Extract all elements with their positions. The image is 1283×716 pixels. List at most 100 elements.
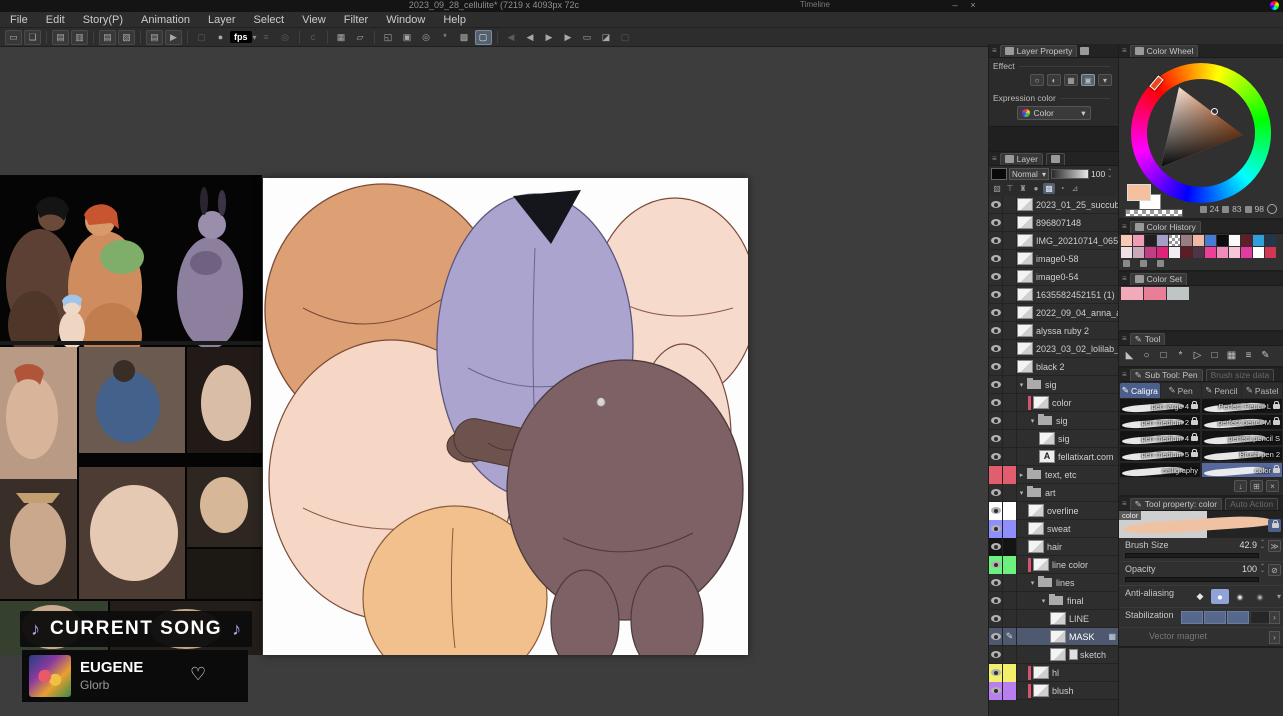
color-swatch[interactable] (1121, 247, 1132, 258)
layer-color-chip[interactable] (1003, 556, 1017, 574)
eye-toggle[interactable] (989, 628, 1003, 646)
transparent-swatch[interactable] (1125, 209, 1183, 217)
expand-icon[interactable]: ▸ (1017, 471, 1026, 479)
marquee-tool-icon[interactable]: □ (1157, 349, 1170, 362)
menu-story-p[interactable]: Story(P) (83, 14, 123, 26)
border-effect-icon[interactable]: ○ (1030, 74, 1044, 86)
layer-row-1635582452151-1[interactable]: 1635582452151 (1) (989, 286, 1119, 304)
layer-color-chip[interactable] (1003, 304, 1017, 322)
selection-mode-icon[interactable]: ▢ (475, 30, 492, 45)
color-swatch[interactable] (1181, 235, 1192, 246)
layer-color-chip[interactable] (1003, 358, 1017, 376)
opacity-spinner[interactable]: ⌃⌄ (1260, 565, 1265, 573)
layer-row-final[interactable]: ▾final (989, 592, 1119, 610)
color-swatch[interactable] (1229, 247, 1240, 258)
layer-color-chip[interactable] (1003, 484, 1017, 502)
layer-row-hl[interactable]: hl (989, 664, 1119, 682)
export-pages-icon[interactable]: ▧ (118, 30, 135, 45)
nib-tool-icon[interactable]: ◣ (1123, 349, 1136, 362)
color-history-tab[interactable]: Color History (1130, 221, 1201, 233)
minimize-button[interactable]: – (948, 0, 962, 11)
onion-skin-icon[interactable]: ● (212, 30, 229, 45)
expand-icon[interactable]: ▾ (1028, 579, 1037, 587)
subtool-perfect-pencil-l[interactable]: Perfect Pencil L (1201, 398, 1283, 414)
layer-color-chip[interactable] (1003, 592, 1017, 610)
layer-color-chip[interactable] (1003, 520, 1017, 538)
eye-toggle[interactable] (989, 214, 1003, 232)
subtool-perfect-pencil-m[interactable]: perfect pencil M (1201, 414, 1283, 430)
color-swatch[interactable] (1193, 247, 1204, 258)
panel-menu-icon[interactable]: ≡ (1122, 274, 1127, 283)
drawing-canvas[interactable] (263, 178, 748, 655)
panel-menu-icon[interactable]: ≡ (1122, 370, 1127, 379)
sv-triangle[interactable] (1147, 79, 1255, 187)
eye-toggle[interactable] (989, 556, 1003, 574)
eye-toggle[interactable] (989, 322, 1003, 340)
eye-toggle[interactable] (989, 664, 1003, 682)
menu-select[interactable]: Select (254, 14, 285, 26)
new-document-icon[interactable]: ▭ (5, 30, 22, 45)
menu-filter[interactable]: Filter (344, 14, 368, 26)
panel-menu-icon[interactable]: ≡ (992, 154, 997, 163)
inactive-tab[interactable] (1046, 153, 1065, 165)
eye-toggle[interactable] (989, 412, 1003, 430)
menu-layer[interactable]: Layer (208, 14, 236, 26)
brush-size-pressure-button[interactable]: ≫ (1268, 540, 1281, 552)
aa-medium-button[interactable]: ● (1231, 589, 1249, 604)
expand-icon[interactable]: ▾ (1017, 489, 1026, 497)
layer-color-chip[interactable] (1003, 574, 1017, 592)
color-swatch[interactable] (1193, 235, 1204, 246)
layer-row-alyssa-ruby-2[interactable]: alyssa ruby 2 (989, 322, 1119, 340)
layer-color-chip[interactable]: ✎ (1003, 628, 1017, 646)
wheel-mode-icon[interactable] (1267, 204, 1277, 214)
eye-toggle[interactable] (989, 466, 1003, 484)
layer-row-image0-58[interactable]: image0-58 (989, 250, 1119, 268)
subtool-tab-pen[interactable]: ✎Pen (1161, 383, 1201, 398)
layer-color-chip[interactable] (1003, 322, 1017, 340)
layer-color-chip[interactable] (1003, 610, 1017, 628)
subtool-calligraphy[interactable]: calligraphy (1119, 462, 1201, 478)
vector-magnet-more-icon[interactable]: › (1269, 631, 1280, 644)
onionskin-prev-icon[interactable]: ▭ (579, 30, 596, 45)
eye-toggle[interactable] (989, 394, 1003, 412)
eye-toggle[interactable] (989, 448, 1003, 466)
layer-row-sketch[interactable]: sketch (989, 646, 1119, 664)
layer-row-color[interactable]: color (989, 394, 1119, 412)
gradient-tool-icon[interactable]: ≡ (1242, 349, 1255, 362)
prev-frame-icon[interactable]: ◀ (522, 30, 539, 45)
save-as-icon[interactable]: ▥ (71, 30, 88, 45)
panel-menu-icon[interactable]: ≡ (992, 46, 997, 55)
subtool-color[interactable]: color (1201, 462, 1283, 478)
layer-row-line[interactable]: LINE (989, 610, 1119, 628)
subtool-pen-medium-4[interactable]: pen medium 4 (1119, 430, 1201, 446)
color-swatch[interactable] (1133, 247, 1144, 258)
color-wheel[interactable]: 24 83 98 (1119, 58, 1283, 218)
menu-view[interactable]: View (302, 14, 326, 26)
color-swatch[interactable] (1205, 247, 1216, 258)
polyline-tool-icon[interactable]: ▷ (1191, 349, 1204, 362)
color-swatch[interactable] (1217, 235, 1228, 246)
zoom-icon[interactable]: ◎ (418, 30, 435, 45)
layer-color-chip[interactable] (1003, 214, 1017, 232)
layer-color-chip[interactable] (1003, 340, 1017, 358)
delete-subtool-icon[interactable]: × (1266, 480, 1279, 492)
color-swatch[interactable] (1181, 247, 1192, 258)
color-swatch[interactable] (1157, 235, 1168, 246)
layer-row-hair[interactable]: hair (989, 538, 1119, 556)
clip-icon[interactable]: ▧ (991, 183, 1003, 194)
layer-color-chip[interactable] (1003, 682, 1017, 700)
eye-toggle[interactable] (989, 304, 1003, 322)
layer-row-2023-03-02-lolilab-v[interactable]: 2023_03_02_lolilab_v (989, 340, 1119, 358)
stabilization-more-icon[interactable]: › (1269, 611, 1280, 624)
tool-tab[interactable]: ✎ Tool (1130, 333, 1166, 345)
layer-color-effect-icon[interactable]: ▣ (1081, 74, 1095, 86)
layer-row-text-etc[interactable]: ▸text, etc (989, 466, 1119, 484)
color-set-swatch[interactable] (1144, 287, 1166, 300)
layer-row-896807148[interactable]: 896807148 (989, 214, 1119, 232)
color-swatch[interactable] (1145, 247, 1156, 258)
rotate-canvas-icon[interactable]: ◱ (380, 30, 397, 45)
eye-toggle[interactable] (989, 574, 1003, 592)
mesh-transform-icon[interactable]: ▱ (352, 30, 369, 45)
play-icon[interactable]: ▶ (541, 30, 558, 45)
color-set-swatch[interactable] (1167, 287, 1189, 300)
